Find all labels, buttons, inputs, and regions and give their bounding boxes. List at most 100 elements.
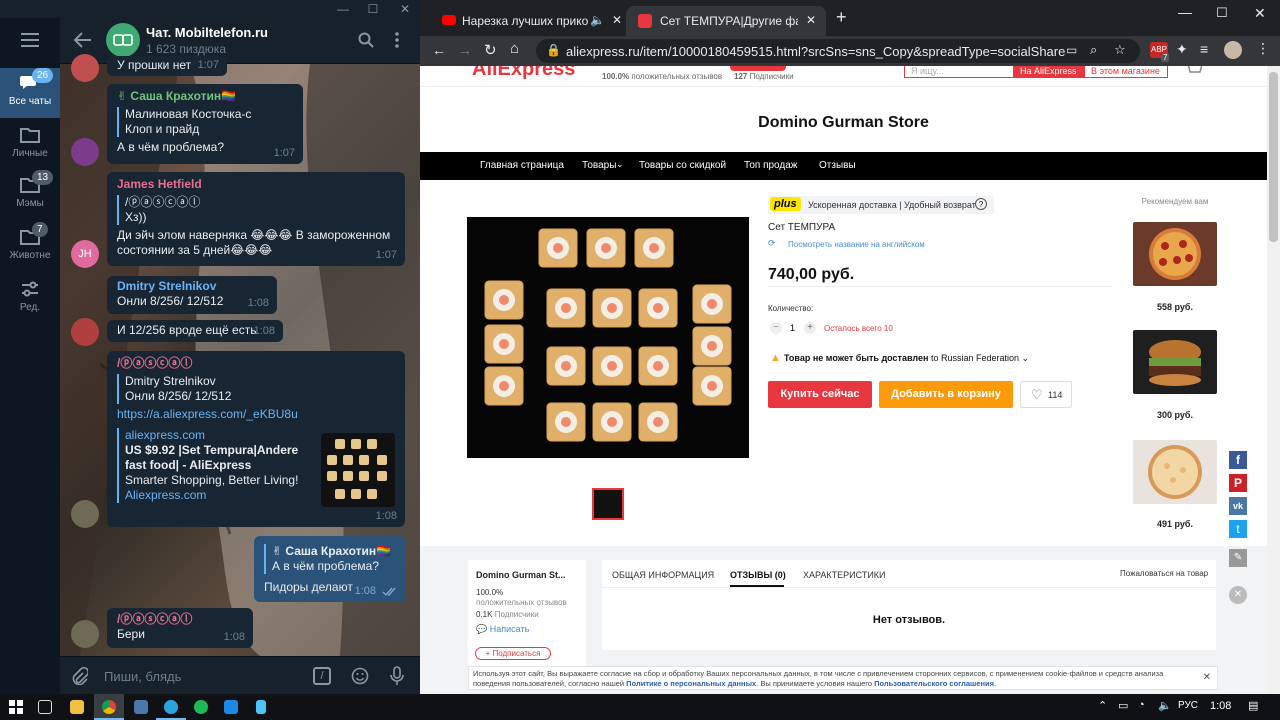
minimize-icon[interactable]: — (1178, 4, 1192, 20)
clock[interactable]: 1:08 (1210, 700, 1231, 712)
message-sender[interactable]: /ⓟⓐⓢⓒⓐⓛ (117, 612, 243, 627)
speaker-icon[interactable]: 🔈 (590, 13, 605, 27)
user-avatar[interactable] (71, 620, 99, 648)
more-vertical-icon[interactable] (394, 31, 400, 49)
subscribe-button[interactable]: + Подписаться (475, 647, 551, 660)
chat-avatar[interactable] (106, 23, 140, 57)
new-tab-icon[interactable]: + (836, 8, 847, 26)
minimize-icon[interactable]: — (336, 2, 350, 16)
message-sender[interactable]: Dmitry Strelnikov (117, 279, 267, 294)
facebook-share-icon[interactable]: f (1229, 451, 1247, 469)
cast-icon[interactable]: ▭ (1066, 43, 1077, 57)
user-avatar[interactable] (71, 54, 99, 82)
tab-aliexpress[interactable]: Сет ТЕМПУРА|Другие фаст-фуд ✕ (626, 6, 826, 36)
tab-close-icon[interactable]: ✕ (612, 13, 622, 27)
extensions-puzzle-icon[interactable]: ✦ (1176, 41, 1188, 58)
lock-icon[interactable]: 🔒 (546, 43, 561, 57)
windows-start-icon[interactable] (9, 700, 23, 714)
vk-taskbar-icon[interactable] (126, 694, 156, 720)
notifications-icon[interactable]: ▤ (1248, 699, 1258, 712)
folder-animals[interactable]: 7 Животне (0, 222, 60, 272)
tab-youtube[interactable]: Нарезка лучших приколов 🔈 ✕ (428, 6, 628, 36)
wishlist-button[interactable]: ♡ 114 (1020, 381, 1072, 408)
reply-quote[interactable]: /ⓟⓐⓢⓒⓐⓛ Хз)) (117, 195, 395, 225)
nav-home[interactable]: Главная страница (480, 160, 564, 171)
notes-taskbar-icon[interactable] (246, 694, 276, 720)
quantity-decrease-button[interactable]: − (770, 322, 782, 334)
message-sender[interactable]: ✌ Саша Крахотин🏳️‍🌈 (117, 89, 293, 104)
chat-title[interactable]: Чат. Mobiltelefon.ru (146, 25, 268, 40)
quantity-increase-button[interactable]: + (804, 322, 816, 334)
back-arrow-icon[interactable] (74, 32, 92, 48)
report-link[interactable]: Пожаловаться на товар (1120, 569, 1208, 578)
recommend-price[interactable]: 558 руб. (1130, 302, 1220, 312)
maximize-icon[interactable]: ☐ (1216, 5, 1228, 21)
menu-button[interactable] (0, 22, 60, 58)
search-store-button[interactable]: В этом магазине (1084, 66, 1168, 78)
message-sender[interactable]: James Hetfield (117, 177, 395, 192)
media-control-icon[interactable]: ≡ (1200, 41, 1208, 57)
privacy-policy-link[interactable]: Политике о персональных данных (626, 679, 756, 688)
buy-now-button[interactable]: Купить сейчас (768, 381, 872, 408)
forward-icon[interactable]: → (458, 42, 472, 58)
recommend-item-image[interactable] (1133, 440, 1217, 504)
recommend-price[interactable]: 491 руб. (1130, 519, 1220, 529)
folder-memes[interactable]: 13 Мэмы (0, 170, 60, 220)
profile-avatar[interactable] (1224, 41, 1242, 59)
nav-bestsellers[interactable]: Топ продаж (744, 160, 798, 171)
back-icon[interactable]: ← (432, 42, 446, 58)
close-share-icon[interactable]: ✕ (1229, 586, 1247, 604)
follow-button[interactable] (730, 66, 786, 71)
shipping-warning[interactable]: Товар не может быть доставлен to Russian… (784, 353, 1029, 364)
address-bar[interactable]: 🔒 aliexpress.ru/item/10000180459515.html… (536, 39, 1140, 63)
microphone-icon[interactable] (389, 666, 405, 686)
bookmark-star-icon[interactable]: ☆ (1114, 42, 1126, 58)
user-avatar[interactable] (71, 500, 99, 528)
user-avatar[interactable] (71, 138, 99, 166)
page-scrollbar[interactable] (1267, 66, 1280, 694)
scrollbar-thumb[interactable] (1269, 72, 1278, 242)
folder-all-chats[interactable]: 26 Все чаты (0, 68, 60, 118)
preview-thumbnail[interactable] (321, 433, 395, 507)
reload-icon[interactable]: ↻ (484, 41, 497, 59)
folder-edit[interactable]: Ред. (0, 274, 60, 324)
tab-reviews[interactable]: ОТЗЫВЫ (0) (730, 570, 786, 580)
chevron-down-icon[interactable]: ⌄ (616, 159, 624, 170)
folder-personal[interactable]: Личные (0, 120, 60, 170)
quantity-input[interactable]: 1 (790, 323, 795, 333)
translate-title-link[interactable]: Посмотреть название на английском (788, 240, 925, 249)
seller-write-link[interactable]: 💬 Написать (476, 624, 529, 635)
nav-reviews[interactable]: Отзывы (819, 160, 856, 171)
task-view-icon[interactable] (30, 694, 60, 720)
zoom-icon[interactable]: ⌕ (1090, 42, 1097, 58)
product-thumbnail[interactable] (592, 488, 624, 520)
chrome-taskbar-icon[interactable] (94, 694, 124, 720)
vk-share-icon[interactable]: vk (1229, 497, 1247, 515)
volume-icon[interactable]: 🔈 (1158, 699, 1172, 712)
tab-overview[interactable]: ОБЩАЯ ИНФОРМАЦИЯ (612, 570, 714, 580)
user-avatar[interactable] (71, 318, 99, 346)
store-search-input[interactable]: Я ищу... (904, 66, 1014, 78)
spotify-taskbar-icon[interactable] (186, 694, 216, 720)
tab-close-icon[interactable]: ✕ (806, 13, 816, 27)
cart-icon[interactable] (1184, 66, 1202, 76)
close-icon[interactable]: ✕ (398, 2, 412, 16)
mail-taskbar-icon[interactable] (216, 694, 246, 720)
input-language[interactable]: РУС (1178, 700, 1198, 711)
pinterest-share-icon[interactable]: P (1229, 474, 1247, 492)
paperclip-icon[interactable] (70, 667, 88, 685)
message-sender[interactable]: /ⓟⓐⓢⓒⓐⓛ (117, 356, 395, 371)
edit-pencil-icon[interactable]: ✎ (1229, 549, 1247, 567)
maximize-icon[interactable]: ☐ (366, 2, 380, 16)
tray-chevron-icon[interactable]: ⌃ (1098, 699, 1107, 712)
message-link[interactable]: https://a.aliexpress.com/_eKBU8u (117, 407, 395, 422)
search-icon[interactable] (358, 32, 374, 48)
recommend-item-image[interactable] (1133, 330, 1217, 394)
reply-quote[interactable]: Малиновая Косточка-с Клоп и прайд (117, 107, 293, 137)
display-icon[interactable]: ▭ (1118, 699, 1128, 712)
reply-quote[interactable]: Dmitry Strelnikov Онли 8/256/ 12/512 (117, 374, 395, 404)
aliexpress-logo[interactable]: AliExpress (472, 66, 575, 81)
recommend-item-image[interactable] (1133, 222, 1217, 286)
emoji-icon[interactable] (351, 667, 369, 685)
tab-specs[interactable]: ХАРАКТЕРИСТИКИ (803, 570, 886, 580)
